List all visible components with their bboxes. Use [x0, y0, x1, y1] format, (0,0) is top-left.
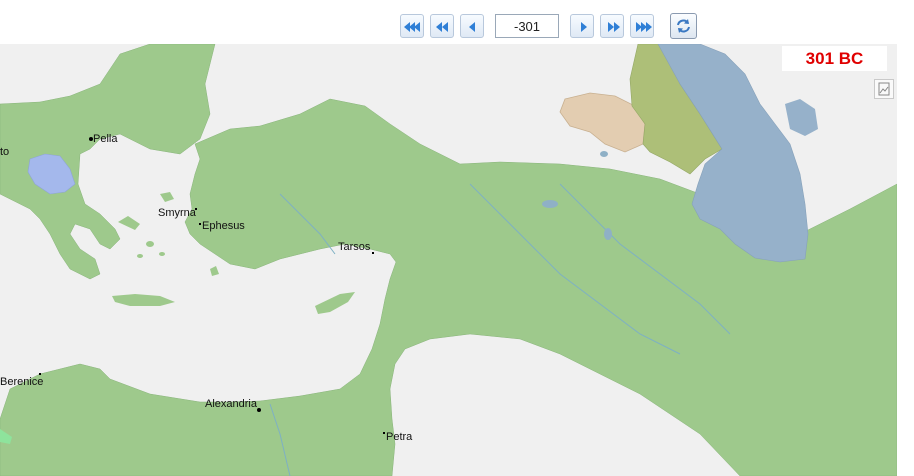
city-label-tarsos[interactable]: Tarsos [338, 241, 370, 253]
double-left-arrow-icon [436, 22, 448, 32]
refresh-icon [677, 19, 690, 33]
vertical-scrollbar[interactable] [897, 44, 914, 476]
inland-lake [542, 200, 558, 208]
inland-lake [600, 151, 608, 157]
city-label-petra[interactable]: Petra [386, 431, 412, 443]
cyclades-island [146, 241, 154, 247]
city-dot-berenice [39, 373, 41, 375]
cyclades-island [159, 252, 165, 256]
city-dot-petra [383, 432, 385, 434]
city-dot-alexandria [257, 408, 261, 412]
first-button[interactable] [400, 14, 424, 38]
rewind-button[interactable] [430, 14, 454, 38]
year-input[interactable] [495, 14, 559, 38]
city-dot-ephesus [199, 223, 201, 225]
next-button[interactable] [570, 14, 594, 38]
last-button[interactable] [630, 14, 654, 38]
city-label-edge: to [0, 146, 10, 158]
image-icon [878, 82, 890, 96]
double-right-arrow-icon [608, 22, 620, 32]
history-map[interactable]: 301 BC to Pella Smyrna Ephesus Tarsos Be… [0, 44, 897, 476]
inland-lake [604, 228, 612, 240]
previous-button[interactable] [460, 14, 484, 38]
export-image-button[interactable] [874, 79, 894, 99]
cyclades-island [137, 254, 143, 258]
city-dot-tarsos [372, 252, 374, 254]
map-canvas [0, 44, 897, 476]
city-label-smyrna[interactable]: Smyrna [158, 207, 196, 219]
left-arrow-icon [469, 22, 475, 32]
city-label-pella[interactable]: Pella [93, 133, 117, 145]
timeline-toolbar [0, 0, 914, 44]
sync-button[interactable] [670, 13, 697, 39]
year-label: 301 BC [782, 46, 887, 71]
city-label-ephesus[interactable]: Ephesus [202, 220, 245, 232]
fast-forward-button[interactable] [600, 14, 624, 38]
triple-left-arrow-icon [404, 22, 420, 32]
city-label-berenice[interactable]: Berenice [0, 376, 43, 388]
city-label-alexandria[interactable]: Alexandria [205, 398, 257, 410]
triple-right-arrow-icon [636, 22, 652, 32]
right-arrow-icon [581, 22, 587, 32]
